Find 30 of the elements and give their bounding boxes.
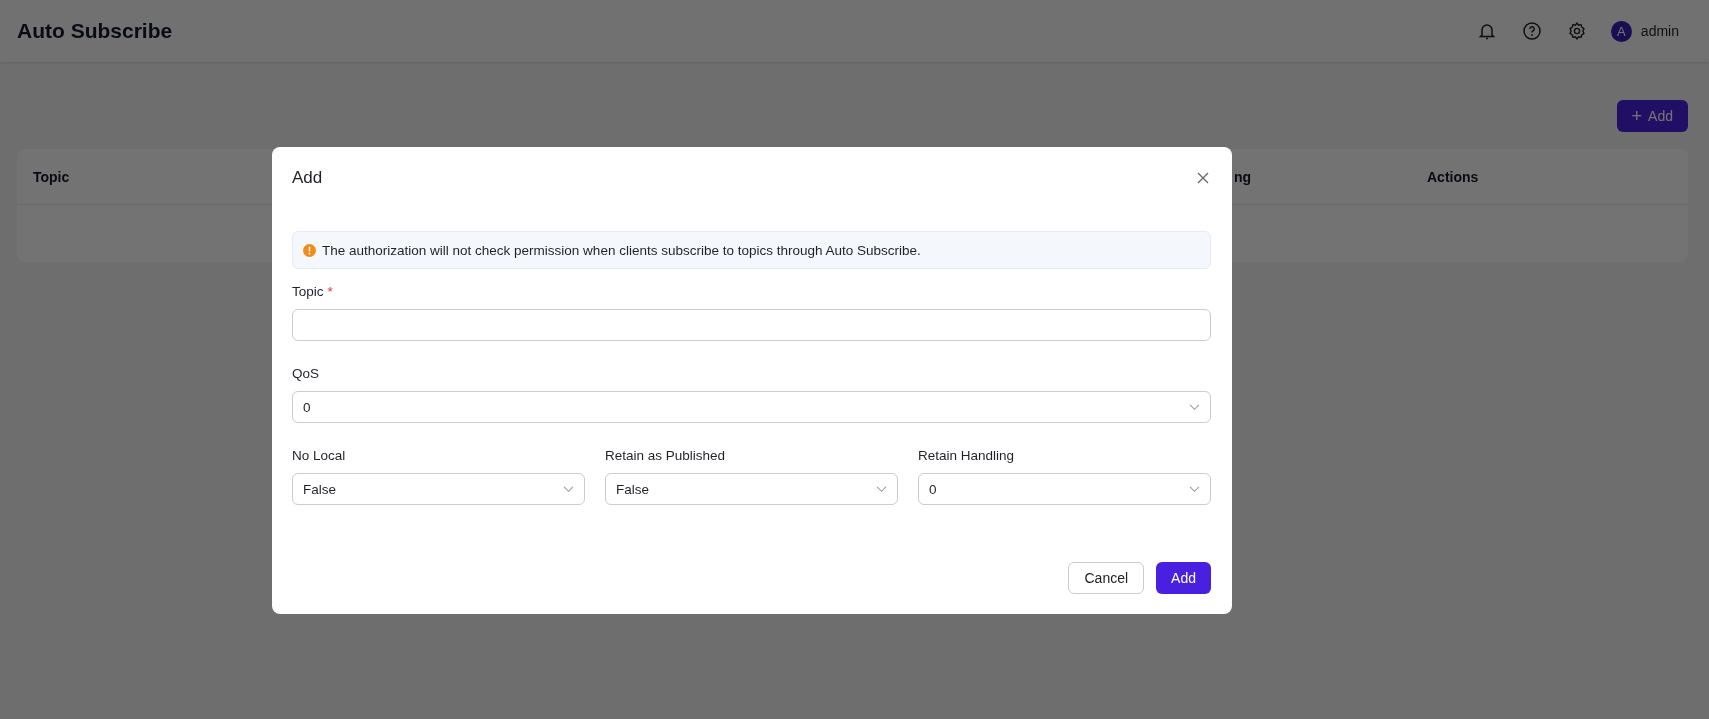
field-label: Topic: [292, 284, 324, 299]
input-field[interactable]: [292, 309, 1211, 341]
column-header: Actions: [1427, 168, 1480, 185]
confirm-button[interactable]: Add: [1156, 562, 1211, 594]
select-field[interactable]: 0: [918, 473, 1211, 505]
select-field[interactable]: 0: [292, 391, 1211, 423]
chevron-icon: [563, 485, 574, 493]
chevron-icon: [1189, 485, 1200, 493]
field-label: QoS: [292, 366, 319, 381]
alert-text: The authorization will not check permission when clients subscribe to topics through Auto Subscribe.: [322, 242, 921, 258]
chevron-icon: [1189, 403, 1200, 411]
select-field[interactable]: False: [605, 473, 898, 505]
page-title: Auto Subscribe: [17, 19, 173, 43]
close-icon[interactable]: [1197, 172, 1209, 184]
column-header: ng: [1234, 168, 1253, 185]
field-label: Retain Handling: [918, 448, 1015, 463]
select-field[interactable]: False: [292, 473, 585, 505]
settings-icon[interactable]: [1566, 21, 1587, 41]
required-mark: *: [327, 284, 333, 299]
bell-icon[interactable]: [1476, 21, 1497, 41]
user-avatar[interactable]: A: [1610, 20, 1632, 42]
field-label: No Local: [292, 448, 346, 463]
user-name[interactable]: admin: [1640, 23, 1679, 39]
field-label: Retain as Published: [605, 448, 726, 463]
dialog-title: Add: [292, 168, 323, 188]
column-header: Topic: [33, 168, 70, 185]
warning-icon: [303, 243, 316, 257]
cancel-button[interactable]: Cancel: [1068, 562, 1145, 594]
help-icon[interactable]: [1521, 21, 1542, 41]
chevron-icon: [876, 485, 887, 493]
